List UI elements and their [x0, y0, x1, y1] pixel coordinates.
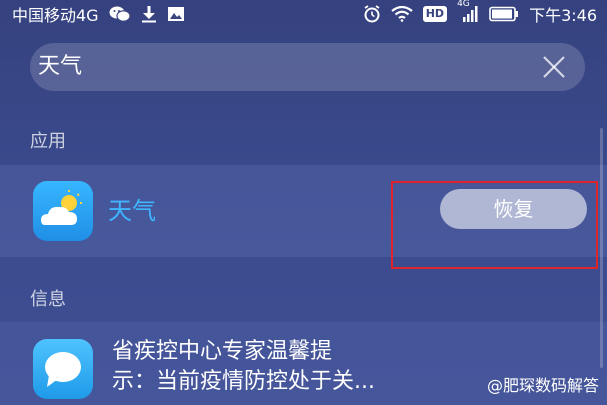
watermark-text: @肥琛数码解答 — [486, 376, 599, 395]
wifi-icon — [391, 6, 413, 22]
message-icon[interactable] — [33, 339, 93, 399]
restore-button[interactable]: 恢复 — [440, 189, 587, 229]
clock: 下午3:46 — [529, 6, 597, 25]
weather-icon[interactable] — [33, 181, 93, 241]
image-icon — [167, 6, 185, 22]
status-right: HD 4G 下午3:46 — [363, 0, 597, 26]
carrier-label: 中国移动4G — [12, 6, 99, 25]
wechat-icon — [109, 5, 131, 23]
section-header-apps: 应用 — [30, 131, 66, 152]
search-input[interactable]: 天气 — [38, 52, 82, 82]
scrollbar[interactable] — [600, 128, 603, 368]
clear-icon[interactable] — [541, 54, 567, 80]
message-preview: 省疾控中心专家温馨提 示：当前疫情防控处于关... — [112, 339, 375, 394]
search-bar[interactable]: 天气 — [30, 43, 585, 91]
status-left: 中国移动4G — [12, 2, 185, 26]
watermark: @肥琛数码解答 — [487, 375, 599, 397]
signal-icon: 4G — [457, 0, 479, 23]
download-icon — [141, 5, 157, 23]
battery-icon — [489, 6, 519, 22]
status-bar: 中国移动4G HD 4G 下午3:46 — [0, 0, 607, 28]
section-header-info: 信息 — [30, 289, 66, 310]
hd-icon: HD — [422, 6, 448, 22]
alarm-icon — [363, 5, 381, 23]
app-name[interactable]: 天气 — [108, 195, 156, 227]
network-type-label: 4G — [457, 0, 470, 9]
app-result-row[interactable]: 天气 恢复 — [0, 165, 607, 257]
